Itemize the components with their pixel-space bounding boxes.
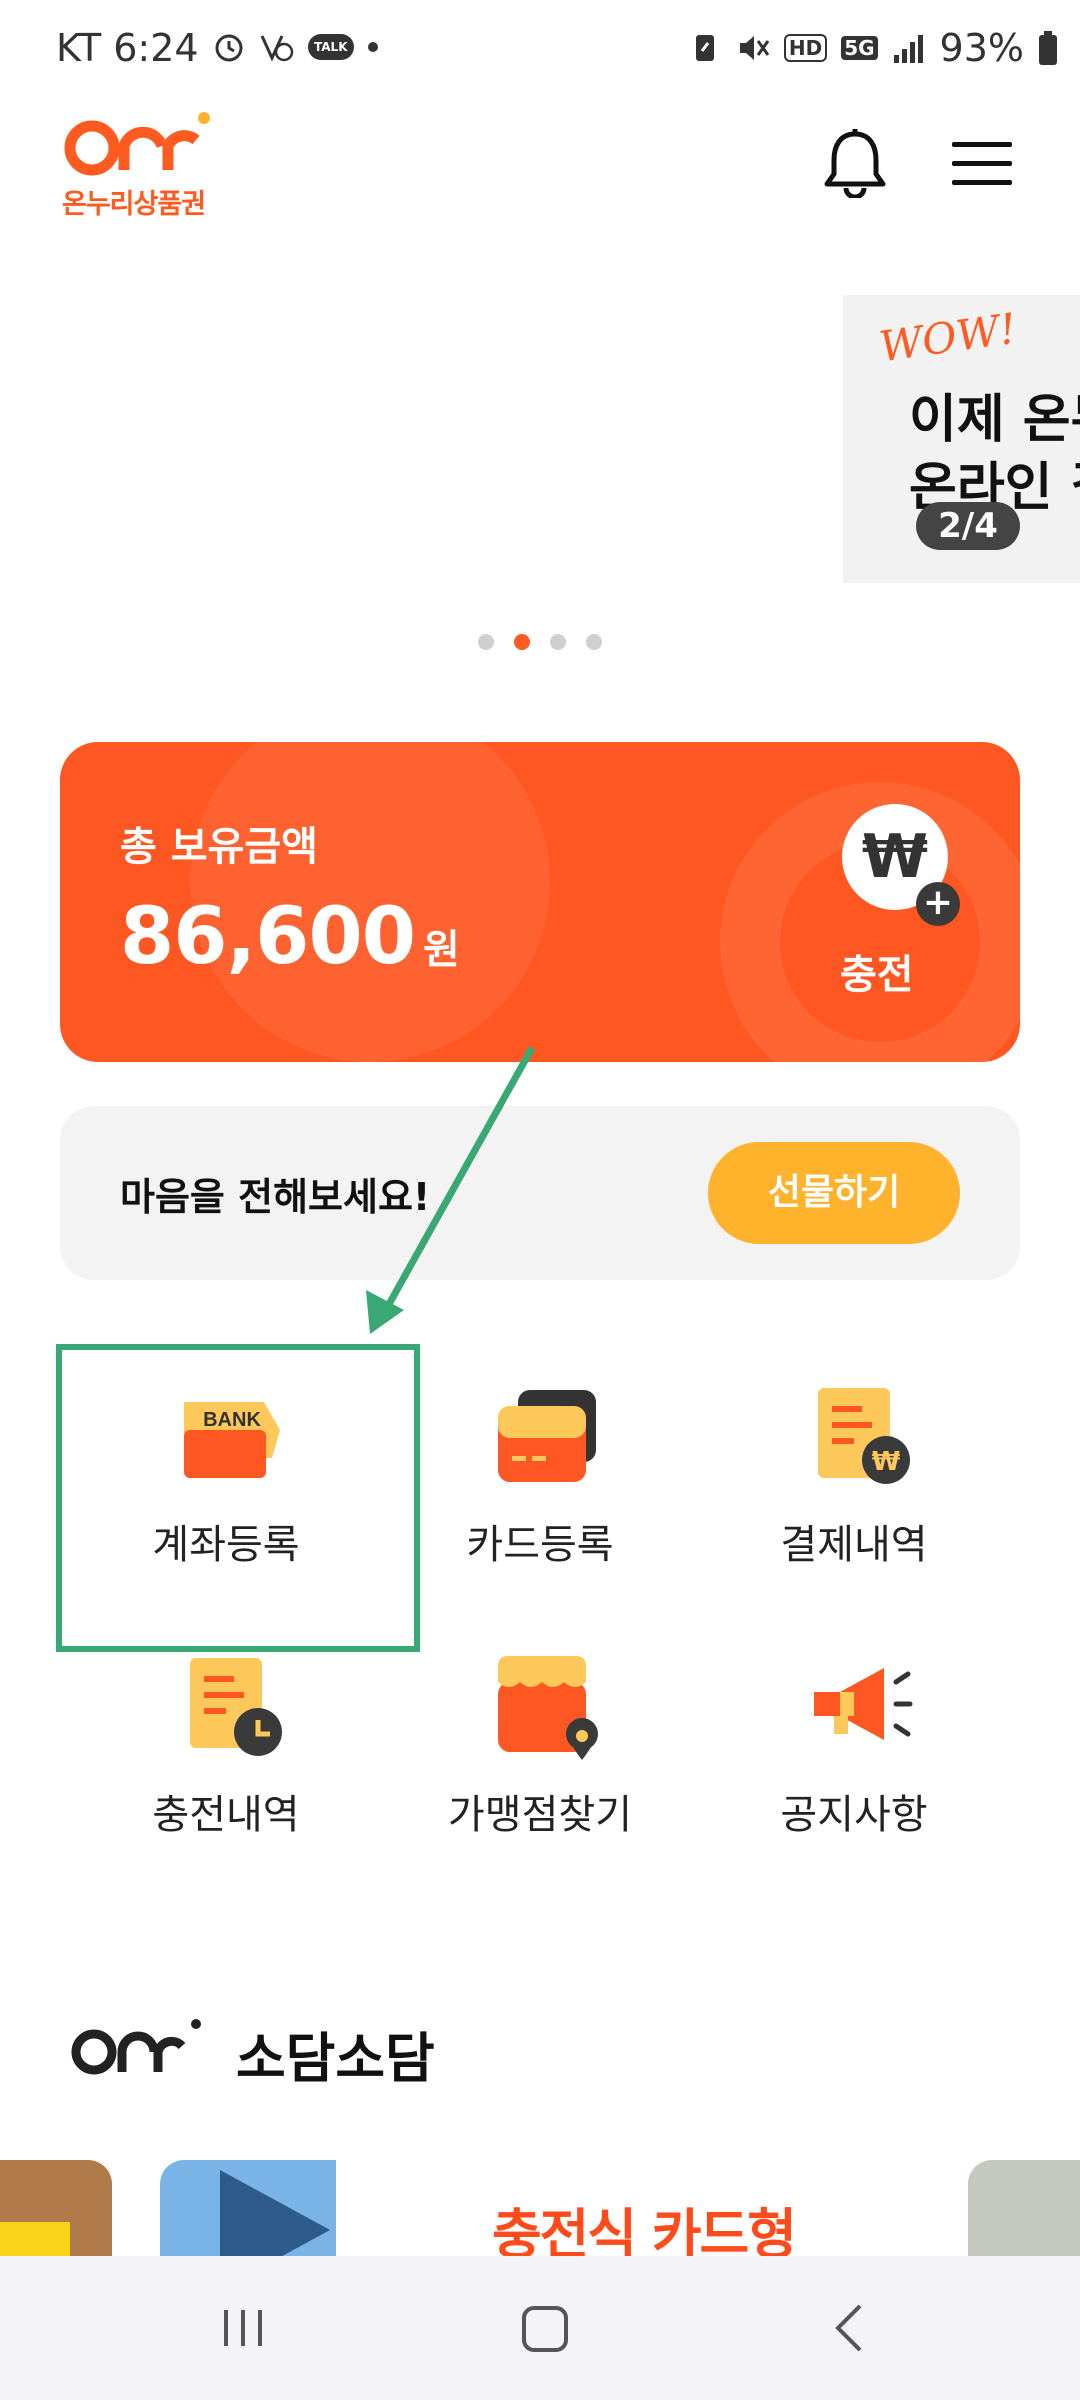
- recent-apps-icon[interactable]: [198, 2296, 288, 2360]
- back-icon[interactable]: [804, 2296, 894, 2360]
- menu-notice[interactable]: 공지사항: [704, 1652, 1004, 1872]
- balance-amount-row: 86,600 원: [120, 892, 460, 982]
- menu-store-locator[interactable]: 가맹점찾기: [390, 1652, 690, 1872]
- hamburger-menu-icon[interactable]: [952, 142, 1016, 186]
- sodam-title: 소담소담: [236, 2027, 435, 2090]
- plus-icon: +: [916, 882, 960, 926]
- menu-label: 결제내역: [780, 1522, 928, 1568]
- carousel-title: 충전식 카드형: [492, 2203, 797, 2256]
- balance-amount: 86,600: [120, 892, 416, 982]
- gift-banner: 마음을 전해보세요! 선물하기: [60, 1106, 1020, 1280]
- menu-label: 공지사항: [780, 1792, 928, 1838]
- carousel-thumbnail[interactable]: [968, 2160, 1080, 2256]
- megaphone-icon: [814, 1668, 913, 1740]
- menu-payment-history[interactable]: ₩ 결제내역: [704, 1382, 1004, 1602]
- gift-button[interactable]: 선물하기: [708, 1142, 960, 1244]
- sodam-carousel[interactable]: 충전식 카드형: [0, 2160, 1080, 2256]
- pager-dot[interactable]: [478, 634, 494, 650]
- promo-banner[interactable]: WOW! 이제 온누 온라인 결 2/4: [843, 295, 1080, 583]
- pager-dot[interactable]: [586, 634, 602, 650]
- menu-label: 충전내역: [152, 1792, 300, 1838]
- hd-icon: HD: [783, 34, 828, 62]
- store-locator-icon: [498, 1656, 598, 1760]
- balance-label: 총 보유금액: [120, 824, 318, 870]
- alarm-icon: [215, 34, 243, 62]
- system-nav-bar: [0, 2256, 1080, 2400]
- banner-counter: 2/4: [916, 502, 1020, 550]
- banner-pager: [478, 634, 602, 650]
- onnuri-logo-icon: [71, 2019, 201, 2075]
- onnuri-logo[interactable]: 온누리상품권: [62, 110, 222, 220]
- carousel-thumbnail[interactable]: [160, 2160, 336, 2256]
- banner-line-1: 이제 온누: [909, 390, 1080, 450]
- kakaotalk-icon: TALK: [308, 34, 354, 60]
- balance-card[interactable]: 총 보유금액 86,600 원 ₩ + 충전: [60, 742, 1020, 1062]
- banner-wow-text: WOW!: [876, 303, 1020, 372]
- notification-bell-icon[interactable]: [822, 128, 888, 198]
- volte-icon: [260, 35, 294, 62]
- balance-unit: 원: [423, 927, 460, 973]
- network-5g-icon: 5G: [841, 36, 878, 60]
- menu-label: 카드등록: [466, 1522, 614, 1568]
- menu-card-register[interactable]: 카드등록: [390, 1382, 690, 1602]
- logo-text: 온누리상품권: [62, 189, 206, 220]
- battery-level: 93%: [939, 26, 1024, 70]
- pager-dot[interactable]: [550, 634, 566, 650]
- notification-dot-icon: [367, 42, 378, 52]
- home-icon[interactable]: [500, 2296, 590, 2360]
- gift-text: 마음을 전해보세요!: [120, 1175, 431, 1219]
- highlight-box: [56, 1344, 420, 1652]
- battery-icon: [1039, 31, 1057, 65]
- svg-text:₩: ₩: [872, 1447, 901, 1477]
- thumbnail-decoration: [0, 2222, 70, 2256]
- carousel-thumbnail[interactable]: [0, 2160, 112, 2256]
- battery-saver-icon: [695, 35, 714, 61]
- pager-dot-active[interactable]: [514, 634, 530, 650]
- payment-history-icon: ₩: [818, 1388, 910, 1484]
- carrier-time: KT 6:24: [56, 26, 199, 70]
- menu-label: 가맹점찾기: [448, 1792, 632, 1838]
- charge-label: 충전: [840, 952, 914, 998]
- card-icon: [498, 1390, 596, 1482]
- charge-history-icon: [190, 1658, 282, 1756]
- onnuri-logo-icon: [64, 112, 210, 176]
- charge-button[interactable]: ₩ + 충전: [832, 804, 962, 1004]
- play-icon: [220, 2170, 330, 2256]
- status-bar: KT 6:24 TALK HD 5G 93%: [0, 0, 1080, 96]
- signal-icon: [893, 35, 923, 63]
- mute-icon: [739, 36, 770, 60]
- menu-charge-history[interactable]: 충전내역: [76, 1652, 376, 1872]
